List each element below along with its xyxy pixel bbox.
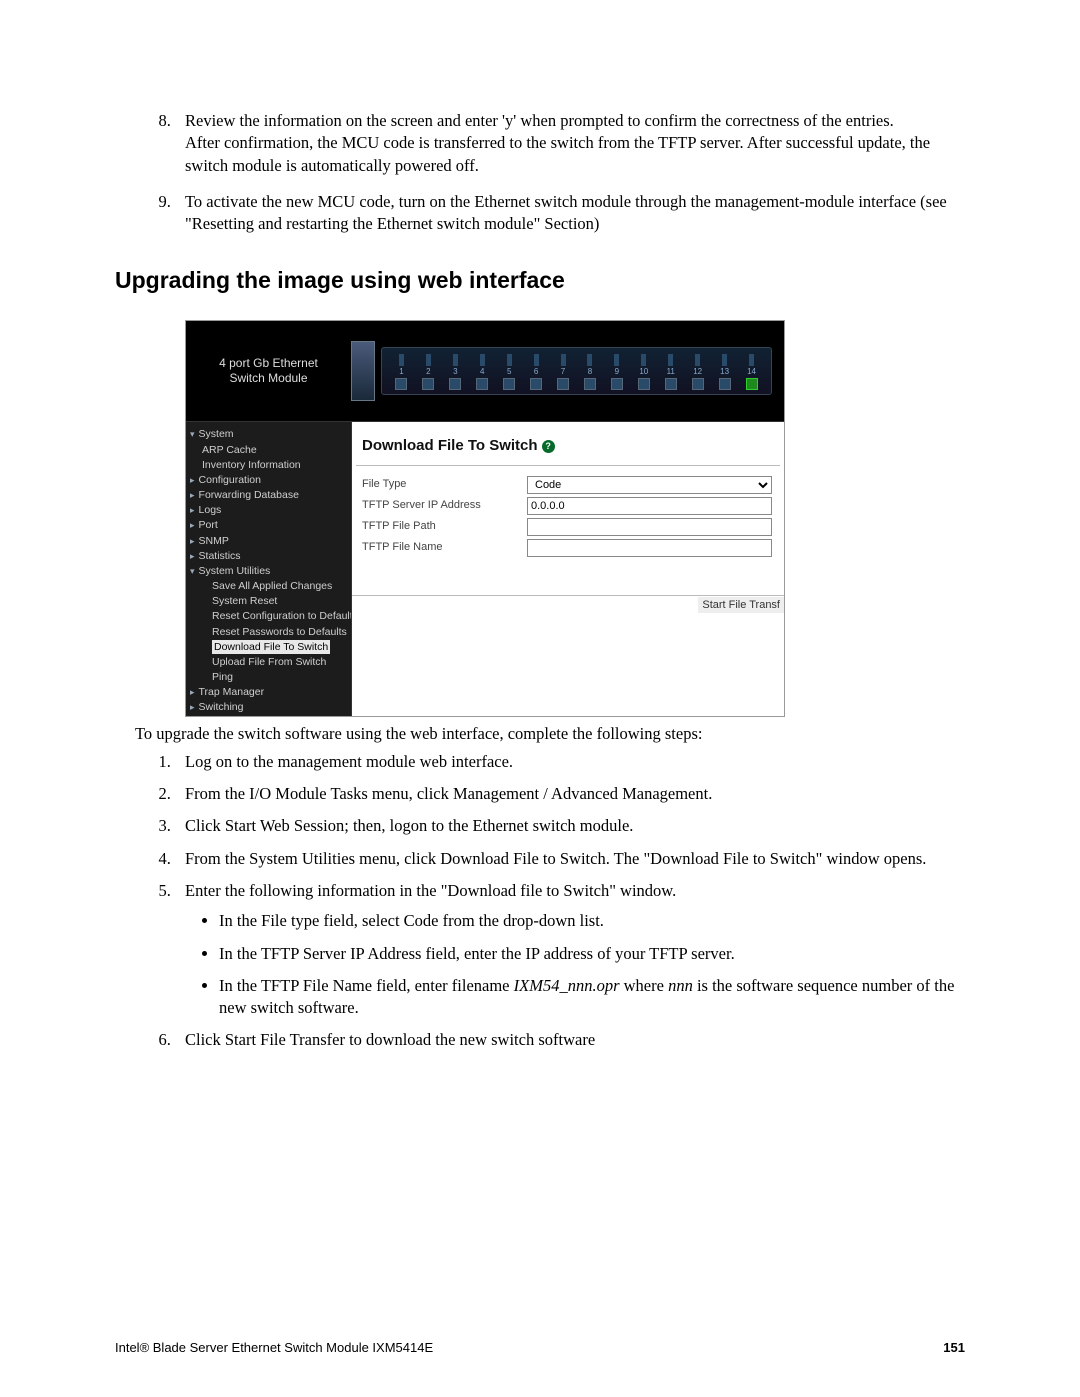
nav-system[interactable]: System xyxy=(190,427,347,441)
port-indicator: 11 xyxy=(659,354,682,390)
nav-reset-passwords[interactable]: Reset Passwords to Defaults xyxy=(190,625,347,639)
nav-snmp[interactable]: SNMP xyxy=(190,534,347,548)
nav-port[interactable]: Port xyxy=(190,518,347,532)
nav-forwarding-db[interactable]: Forwarding Database xyxy=(190,488,347,502)
list-item: From the I/O Module Tasks menu, click Ma… xyxy=(175,783,965,805)
bullet-item: In the File type field, select Code from… xyxy=(219,910,965,932)
tftp-path-input[interactable] xyxy=(527,518,772,536)
port-indicator: 14 xyxy=(740,354,763,390)
list-item: Click Start Web Session; then, logon to … xyxy=(175,815,965,837)
tftp-ip-label: TFTP Server IP Address xyxy=(352,498,527,513)
step8a: Review the information on the screen and… xyxy=(185,111,894,130)
footer-product: Intel® Blade Server Ethernet Switch Modu… xyxy=(115,1339,433,1357)
list-item: Click Start File Transfer to download th… xyxy=(175,1029,965,1051)
nav-switching[interactable]: Switching xyxy=(190,700,347,714)
nav-arp-cache[interactable]: ARP Cache xyxy=(190,443,347,457)
port-indicator: 3 xyxy=(444,354,467,390)
nav-download-file[interactable]: Download File To Switch xyxy=(190,640,347,654)
port-indicator: 10 xyxy=(632,354,655,390)
port-indicator: 1 xyxy=(390,354,413,390)
bullet-item: In the TFTP File Name field, enter filen… xyxy=(219,975,965,1020)
nav-save-applied[interactable]: Save All Applied Changes xyxy=(190,579,347,593)
port-indicator: 7 xyxy=(552,354,575,390)
bullet-item: In the TFTP Server IP Address field, ent… xyxy=(219,943,965,965)
port-panel: 1234567891011121314 xyxy=(381,341,784,401)
port-indicator: 6 xyxy=(525,354,548,390)
nav-system-utilities[interactable]: System Utilities xyxy=(190,564,347,578)
page-number: 151 xyxy=(943,1339,965,1357)
file-type-select[interactable]: Code xyxy=(527,476,772,494)
list-item: To activate the new MCU code, turn on th… xyxy=(175,191,965,236)
webui-header: 4 port Gb Ethernet Switch Module 1234567… xyxy=(186,321,784,422)
port-indicator: 12 xyxy=(686,354,709,390)
nav-upload-file[interactable]: Upload File From Switch xyxy=(190,655,347,669)
nav-logs[interactable]: Logs xyxy=(190,503,347,517)
content-title: Download File To Switch xyxy=(362,436,538,456)
nav-tree: System ARP Cache Inventory Information C… xyxy=(186,422,352,715)
list-item: From the System Utilities menu, click Do… xyxy=(175,848,965,870)
content-panel: Download File To Switch ? File Type Code… xyxy=(352,422,784,715)
step9: To activate the new MCU code, turn on th… xyxy=(185,192,947,233)
help-icon[interactable]: ? xyxy=(542,440,555,453)
list-item: Log on to the management module web inte… xyxy=(175,751,965,773)
step8b: After confirmation, the MCU code is tran… xyxy=(185,133,930,174)
nav-trap-manager[interactable]: Trap Manager xyxy=(190,685,347,699)
tftp-name-label: TFTP File Name xyxy=(352,540,527,555)
divider xyxy=(356,465,780,466)
section-heading: Upgrading the image using web interface xyxy=(115,265,965,296)
tftp-path-label: TFTP File Path xyxy=(352,519,527,534)
list-item: Enter the following information in the "… xyxy=(175,880,965,1019)
list-item: Review the information on the screen and… xyxy=(175,110,965,177)
port-indicator: 8 xyxy=(579,354,602,390)
nav-reset-config[interactable]: Reset Configuration to Defaults xyxy=(190,609,347,623)
web-interface-screenshot: 4 port Gb Ethernet Switch Module 1234567… xyxy=(185,320,785,716)
file-type-label: File Type xyxy=(352,477,527,492)
nav-statistics[interactable]: Statistics xyxy=(190,549,347,563)
port-indicator: 2 xyxy=(417,354,440,390)
nav-configuration[interactable]: Configuration xyxy=(190,473,347,487)
intro-line: To upgrade the switch software using the… xyxy=(135,723,965,745)
port-indicator: 9 xyxy=(605,354,628,390)
nav-ping[interactable]: Ping xyxy=(190,670,347,684)
tftp-name-input[interactable] xyxy=(527,539,772,557)
tftp-ip-input[interactable] xyxy=(527,497,772,515)
product-name: 4 port Gb Ethernet Switch Module xyxy=(186,356,351,387)
port-indicator: 5 xyxy=(498,354,521,390)
nav-system-reset[interactable]: System Reset xyxy=(190,594,347,608)
port-indicator: 13 xyxy=(713,354,736,390)
start-file-transfer-button[interactable]: Start File Transf xyxy=(698,597,784,614)
chassis-icon xyxy=(351,341,375,401)
port-indicator: 4 xyxy=(471,354,494,390)
nav-inventory[interactable]: Inventory Information xyxy=(190,458,347,472)
